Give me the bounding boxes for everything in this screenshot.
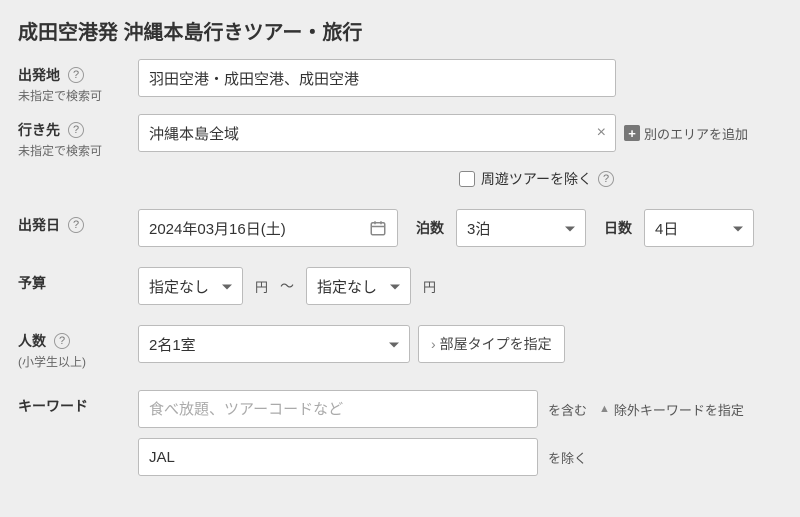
range-separator: 〜 (280, 276, 294, 296)
help-icon[interactable]: ? (598, 171, 614, 187)
include-suffix: を含む (548, 400, 587, 419)
keyword-row: キーワード を含む ▲ 除外キーワードを指定 を除く (18, 390, 782, 476)
page-title: 成田空港発 沖縄本島行きツアー・旅行 (18, 16, 782, 45)
help-icon[interactable]: ? (68, 122, 84, 138)
budget-label: 予算 (18, 273, 46, 293)
help-icon[interactable]: ? (68, 67, 84, 83)
destination-sublabel: 未指定で検索可 (18, 142, 138, 159)
currency-label: 円 (255, 277, 268, 296)
chevron-right-icon: › (431, 336, 436, 352)
clear-icon[interactable]: × (597, 124, 606, 142)
calendar-icon (369, 219, 387, 237)
destination-input[interactable] (138, 114, 616, 152)
nights-label: 泊数 (416, 218, 444, 238)
destination-row: 行き先 ? 未指定で検索可 × + 別のエリアを追加 (18, 114, 782, 159)
add-area-label: 別のエリアを追加 (644, 124, 748, 143)
room-type-button[interactable]: › 部屋タイプを指定 (418, 325, 565, 363)
departure-input[interactable] (138, 59, 616, 97)
budget-row: 予算 指定なし 円 〜 指定なし 円 (18, 267, 782, 305)
keyword-include-input[interactable] (138, 390, 538, 428)
help-icon[interactable]: ? (54, 333, 70, 349)
people-select[interactable]: 2名1室 (138, 325, 410, 363)
departure-sublabel: 未指定で検索可 (18, 87, 138, 104)
budget-min-select[interactable]: 指定なし (138, 267, 243, 305)
help-icon[interactable]: ? (68, 217, 84, 233)
exclude-keyword-toggle[interactable]: ▲ 除外キーワードを指定 (599, 400, 744, 419)
budget-min-value: 指定なし (149, 276, 209, 297)
plus-icon: + (624, 125, 640, 141)
people-value: 2名1室 (149, 334, 196, 355)
room-type-label: 部屋タイプを指定 (440, 334, 552, 354)
add-area-button[interactable]: + 別のエリアを追加 (624, 124, 748, 143)
exclude-suffix: を除く (548, 448, 587, 467)
keyword-label: キーワード (18, 396, 88, 416)
departure-label: 出発地 (18, 65, 60, 85)
budget-max-select[interactable]: 指定なし (306, 267, 411, 305)
exclude-toggle-label: 除外キーワードを指定 (614, 400, 744, 419)
days-label: 日数 (604, 218, 632, 238)
currency-label: 円 (423, 277, 436, 296)
destination-label: 行き先 (18, 120, 60, 140)
keyword-exclude-input[interactable] (138, 438, 538, 476)
date-row: 出発日 ? 2024年03月16日(土) 泊数 3泊 日数 4日 (18, 209, 782, 247)
depart-date-input[interactable]: 2024年03月16日(土) (138, 209, 398, 247)
people-label: 人数 (18, 331, 46, 351)
budget-max-value: 指定なし (317, 276, 377, 297)
depart-date-label: 出発日 (18, 215, 60, 235)
departure-row: 出発地 ? 未指定で検索可 (18, 59, 782, 104)
chevron-up-icon: ▲ (599, 403, 610, 415)
depart-date-value: 2024年03月16日(土) (149, 218, 286, 239)
nights-value: 3泊 (467, 218, 490, 239)
people-row: 人数 ? (小学生以上) 2名1室 › 部屋タイプを指定 (18, 325, 782, 370)
exclude-roundtrip-checkbox[interactable] (459, 171, 475, 187)
days-select[interactable]: 4日 (644, 209, 754, 247)
exclude-roundtrip-row: 周遊ツアーを除く ? (18, 169, 782, 189)
nights-select[interactable]: 3泊 (456, 209, 586, 247)
days-value: 4日 (655, 218, 678, 239)
people-sublabel: (小学生以上) (18, 353, 138, 370)
exclude-roundtrip-label: 周遊ツアーを除く (481, 169, 592, 189)
